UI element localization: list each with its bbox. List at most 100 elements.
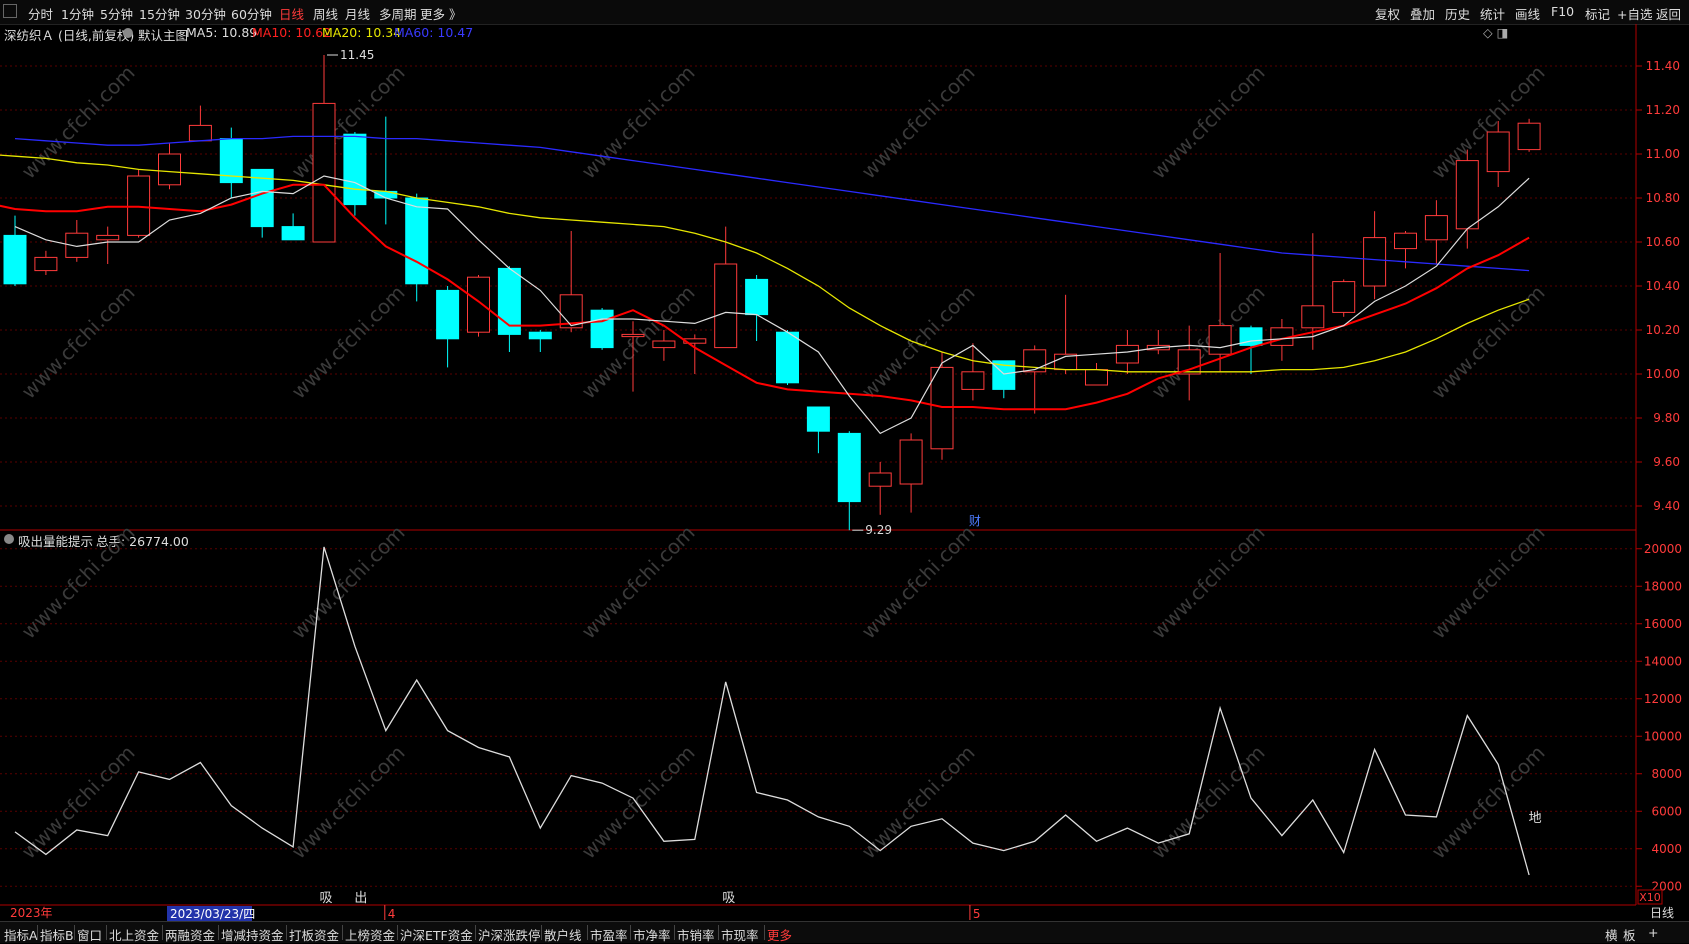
watermark: www.cfchi.com [17,741,140,864]
bottom-tab-11[interactable]: 市盈率 [590,925,628,944]
price-axis-label: 10.60 [1646,235,1680,249]
tab-divider [674,925,675,940]
watermark: www.cfchi.com [1147,61,1270,184]
candle-body [3,234,27,285]
indicator-axis-label: 6000 [1651,804,1682,818]
year-label: 2023年 [10,906,53,920]
candle-body [1208,325,1232,355]
bottom-tab-3[interactable]: 北上资金 [109,925,159,944]
zoom-in-button[interactable]: + [1648,925,1658,940]
watermark: www.cfchi.com [857,521,980,644]
price-axis-label: 10.40 [1646,279,1680,293]
bottom-tab-bar: 指标A 指标B 窗口 北上资金 两融资金 增减持资金 打板资金 上榜资金 沪深ETF资金 沪深涨跌… [0,921,1689,943]
signal-absorb-mark: 吸 [722,891,735,906]
tab-divider [218,925,219,940]
candle-body [158,153,181,186]
signal-bottom-mark: 地 [1529,811,1542,826]
multiplier-label: X10 [1639,891,1661,904]
bottom-tab-13[interactable]: 市销率 [677,925,715,944]
indicator-axis-label: 8000 [1651,767,1682,781]
price-axis-label: 11.00 [1646,147,1680,161]
candle-body [961,371,985,390]
bottom-tab-4[interactable]: 两融资金 [165,925,215,944]
indicator-axis-label: 20000 [1644,542,1682,556]
indicator-axis-label: 14000 [1644,654,1682,668]
bottom-tab-5[interactable]: 增减持资金 [221,925,284,944]
watermark: www.cfchi.com [857,61,980,184]
watermark: www.cfchi.com [857,281,980,404]
candle-body [930,366,954,450]
candle-body [96,234,120,241]
candle-body [1301,305,1325,329]
tab-divider [162,925,163,940]
watermark: www.cfchi.com [17,521,140,644]
price-axis-label: 11.40 [1646,59,1680,73]
board-toggle[interactable]: 板 [1623,925,1636,944]
bottom-tab-0[interactable]: 指标A [4,925,38,944]
indicator-axis-label: 16000 [1644,617,1682,631]
candle-body [1394,232,1417,250]
bottom-tab-8[interactable]: 沪深ETF资金 [400,925,473,944]
bottom-tab-6[interactable]: 打板资金 [289,925,339,944]
period-label: 日线 [1650,906,1674,920]
candle-body [1424,215,1448,241]
tab-divider [630,925,631,940]
price-axis-label: 10.80 [1646,191,1680,205]
ma5-line [14,175,1530,435]
ma20-line [0,154,1530,373]
watermark: www.cfchi.com [17,61,140,184]
candle-body [34,256,58,272]
price-axis-label: 10.20 [1646,323,1680,337]
high-label: 11.45 [340,48,374,62]
bottom-tab-14[interactable]: 市现率 [721,925,759,944]
candle-body [405,197,429,285]
tab-divider [587,925,588,940]
candle-body [1363,237,1387,287]
horizontal-toggle[interactable]: 横 [1605,925,1618,944]
candle-body [1115,344,1139,364]
candle-body [1455,160,1479,230]
cursor-date-label: 2023/03/23/四 [170,907,255,921]
tab-divider [397,925,398,940]
watermark: www.cfchi.com [1427,281,1550,404]
tab-divider [475,925,476,940]
watermark: www.cfchi.com [1147,521,1270,644]
indicator-axis-label: 10000 [1644,729,1682,743]
candle-body [776,331,799,384]
tab-divider [37,925,38,940]
candle-body [806,406,830,432]
bottom-tab-9[interactable]: 沪深涨跌停 [478,925,541,944]
signal-out-mark: 出 [354,891,367,906]
bottom-tab-1[interactable]: 指标B [40,925,74,944]
tab-divider [764,925,765,940]
candle-body [714,263,738,349]
candle-body [590,309,614,349]
candle-body [652,340,676,349]
bottom-tab-2[interactable]: 窗口 [77,925,102,944]
price-axis-label: 11.20 [1646,103,1680,117]
bottom-tab-7[interactable]: 上榜资金 [345,925,395,944]
watermark: www.cfchi.com [577,521,700,644]
kline-chart[interactable]: 11.40 11.20 11.00 10.80 10.60 10.40 10.20 10.00… [0,0,1689,921]
price-axis-label: 10.00 [1646,367,1680,381]
month-label: 5 [973,907,981,921]
price-axis-label: 9.40 [1653,499,1680,513]
tab-divider [286,925,287,940]
candle-body [1332,281,1356,313]
low-label: 9.29 [865,523,892,537]
candle-body [1517,122,1541,151]
event-marker: 财 [969,514,981,528]
bottom-tab-12[interactable]: 市净率 [633,925,671,944]
candle-body [1085,369,1108,386]
candle-body [188,124,212,142]
month-label: 4 [388,907,396,921]
tab-divider [74,925,75,940]
price-axis-label: 9.60 [1653,455,1680,469]
watermark: www.cfchi.com [1427,521,1550,644]
bottom-tab-15[interactable]: 更多 [767,925,792,944]
candle-body [127,175,151,236]
candle-body [837,432,861,503]
indicator-axis-label: 12000 [1644,692,1682,706]
bottom-tab-10[interactable]: 散户线 [544,925,582,944]
candle-body [528,331,552,340]
